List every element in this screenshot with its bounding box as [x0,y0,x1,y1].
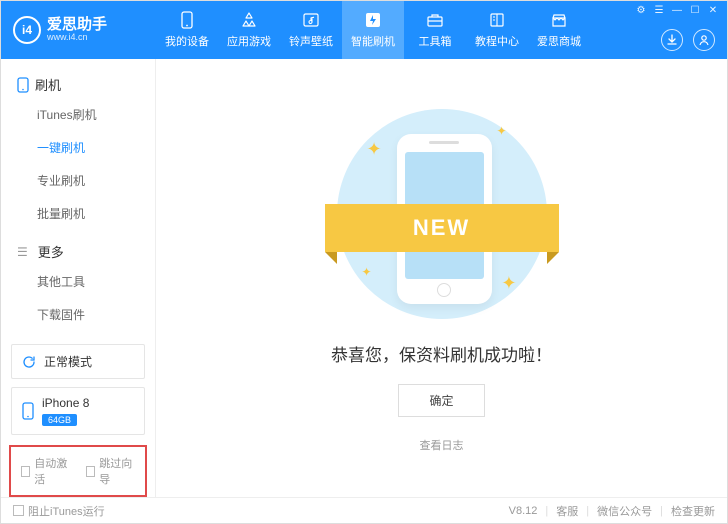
phone-icon [178,11,196,29]
update-link[interactable]: 检查更新 [671,503,715,519]
music-icon [302,11,320,29]
footer: 阻止iTunes运行 V8.12 | 客服 | 微信公众号 | 检查更新 [1,497,727,523]
main-panel: NEW ✦ ✦ ✦ ✦ 恭喜您，保资料刷机成功啦！ 确定 查看日志 [156,59,727,497]
options-box: 自动激活 跳过向导 [9,445,147,497]
maximize-icon[interactable]: ☐ [689,5,701,16]
phone-flash-icon [17,77,29,93]
sparkle-icon: ✦ [496,124,506,138]
support-link[interactable]: 客服 [556,503,578,519]
refresh-icon [22,355,36,369]
app-url: www.i4.cn [47,33,107,43]
main-tabs: 我的设备应用游戏铃声壁纸智能刷机工具箱教程中心爱思商城 [156,1,590,59]
sidebar-item[interactable]: 其他工具 [1,265,155,298]
more-icon: ☰ [17,245,28,259]
mode-status[interactable]: 正常模式 [11,344,145,379]
user-button[interactable] [693,29,715,51]
checkbox-icon [86,466,95,477]
menu-icon[interactable]: ☰ [653,5,665,16]
device-storage-badge: 64GB [42,414,77,426]
flash-icon [364,11,382,29]
device-name: iPhone 8 [42,396,89,410]
success-illustration: NEW ✦ ✦ ✦ ✦ [337,109,547,319]
book-icon [488,11,506,29]
minimize-icon[interactable]: — [671,5,683,16]
sidebar-item[interactable]: iTunes刷机 [1,98,155,131]
settings-icon[interactable]: ⚙ [635,5,647,16]
ok-button[interactable]: 确定 [398,384,484,417]
tab-4[interactable]: 工具箱 [404,1,466,59]
close-icon[interactable]: ✕ [707,5,719,16]
new-ribbon: NEW [325,204,559,252]
sidebar: 刷机 iTunes刷机一键刷机专业刷机批量刷机 ☰ 更多 其他工具下载固件高级功… [1,59,156,497]
checkbox-icon [21,466,30,477]
sparkle-icon: ✦ [367,139,382,160]
checkbox-icon [13,505,24,516]
sparkle-icon: ✦ [362,265,372,279]
mode-label: 正常模式 [44,353,92,370]
tab-3[interactable]: 智能刷机 [342,1,404,59]
tab-0[interactable]: 我的设备 [156,1,218,59]
device-status[interactable]: iPhone 8 64GB [11,387,145,435]
apps-icon [240,11,258,29]
sidebar-item[interactable]: 批量刷机 [1,197,155,230]
wechat-link[interactable]: 微信公众号 [597,503,652,519]
logo: i4 爱思助手 www.i4.cn [1,16,156,44]
success-message: 恭喜您，保资料刷机成功啦！ [331,341,552,366]
sidebar-section-title: 刷机 [35,75,61,94]
auto-activate-checkbox[interactable]: 自动激活 [21,455,70,487]
download-button[interactable] [661,29,683,51]
device-icon [22,402,34,420]
sidebar-item[interactable]: 专业刷机 [1,164,155,197]
tab-6[interactable]: 爱思商城 [528,1,590,59]
sidebar-section-more: ☰ 更多 [1,238,155,265]
sidebar-section-title: 更多 [38,242,64,261]
logo-icon: i4 [13,16,41,44]
tab-1[interactable]: 应用游戏 [218,1,280,59]
store-icon [550,11,568,29]
window-controls: ⚙ ☰ — ☐ ✕ [635,5,719,16]
view-log-link[interactable]: 查看日志 [420,437,464,453]
version-label: V8.12 [509,505,538,517]
app-title: 爱思助手 [47,17,107,34]
toolbox-icon [426,11,444,29]
block-itunes-checkbox[interactable]: 阻止iTunes运行 [13,503,105,519]
tab-2[interactable]: 铃声壁纸 [280,1,342,59]
sparkle-icon: ✦ [501,273,516,294]
tab-5[interactable]: 教程中心 [466,1,528,59]
sidebar-item[interactable]: 下载固件 [1,298,155,331]
sidebar-item[interactable]: 高级功能 [1,331,155,340]
sidebar-item[interactable]: 一键刷机 [1,131,155,164]
app-header: i4 爱思助手 www.i4.cn 我的设备应用游戏铃声壁纸智能刷机工具箱教程中… [1,1,727,59]
skip-wizard-checkbox[interactable]: 跳过向导 [86,455,135,487]
sidebar-section-flash: 刷机 [1,71,155,98]
